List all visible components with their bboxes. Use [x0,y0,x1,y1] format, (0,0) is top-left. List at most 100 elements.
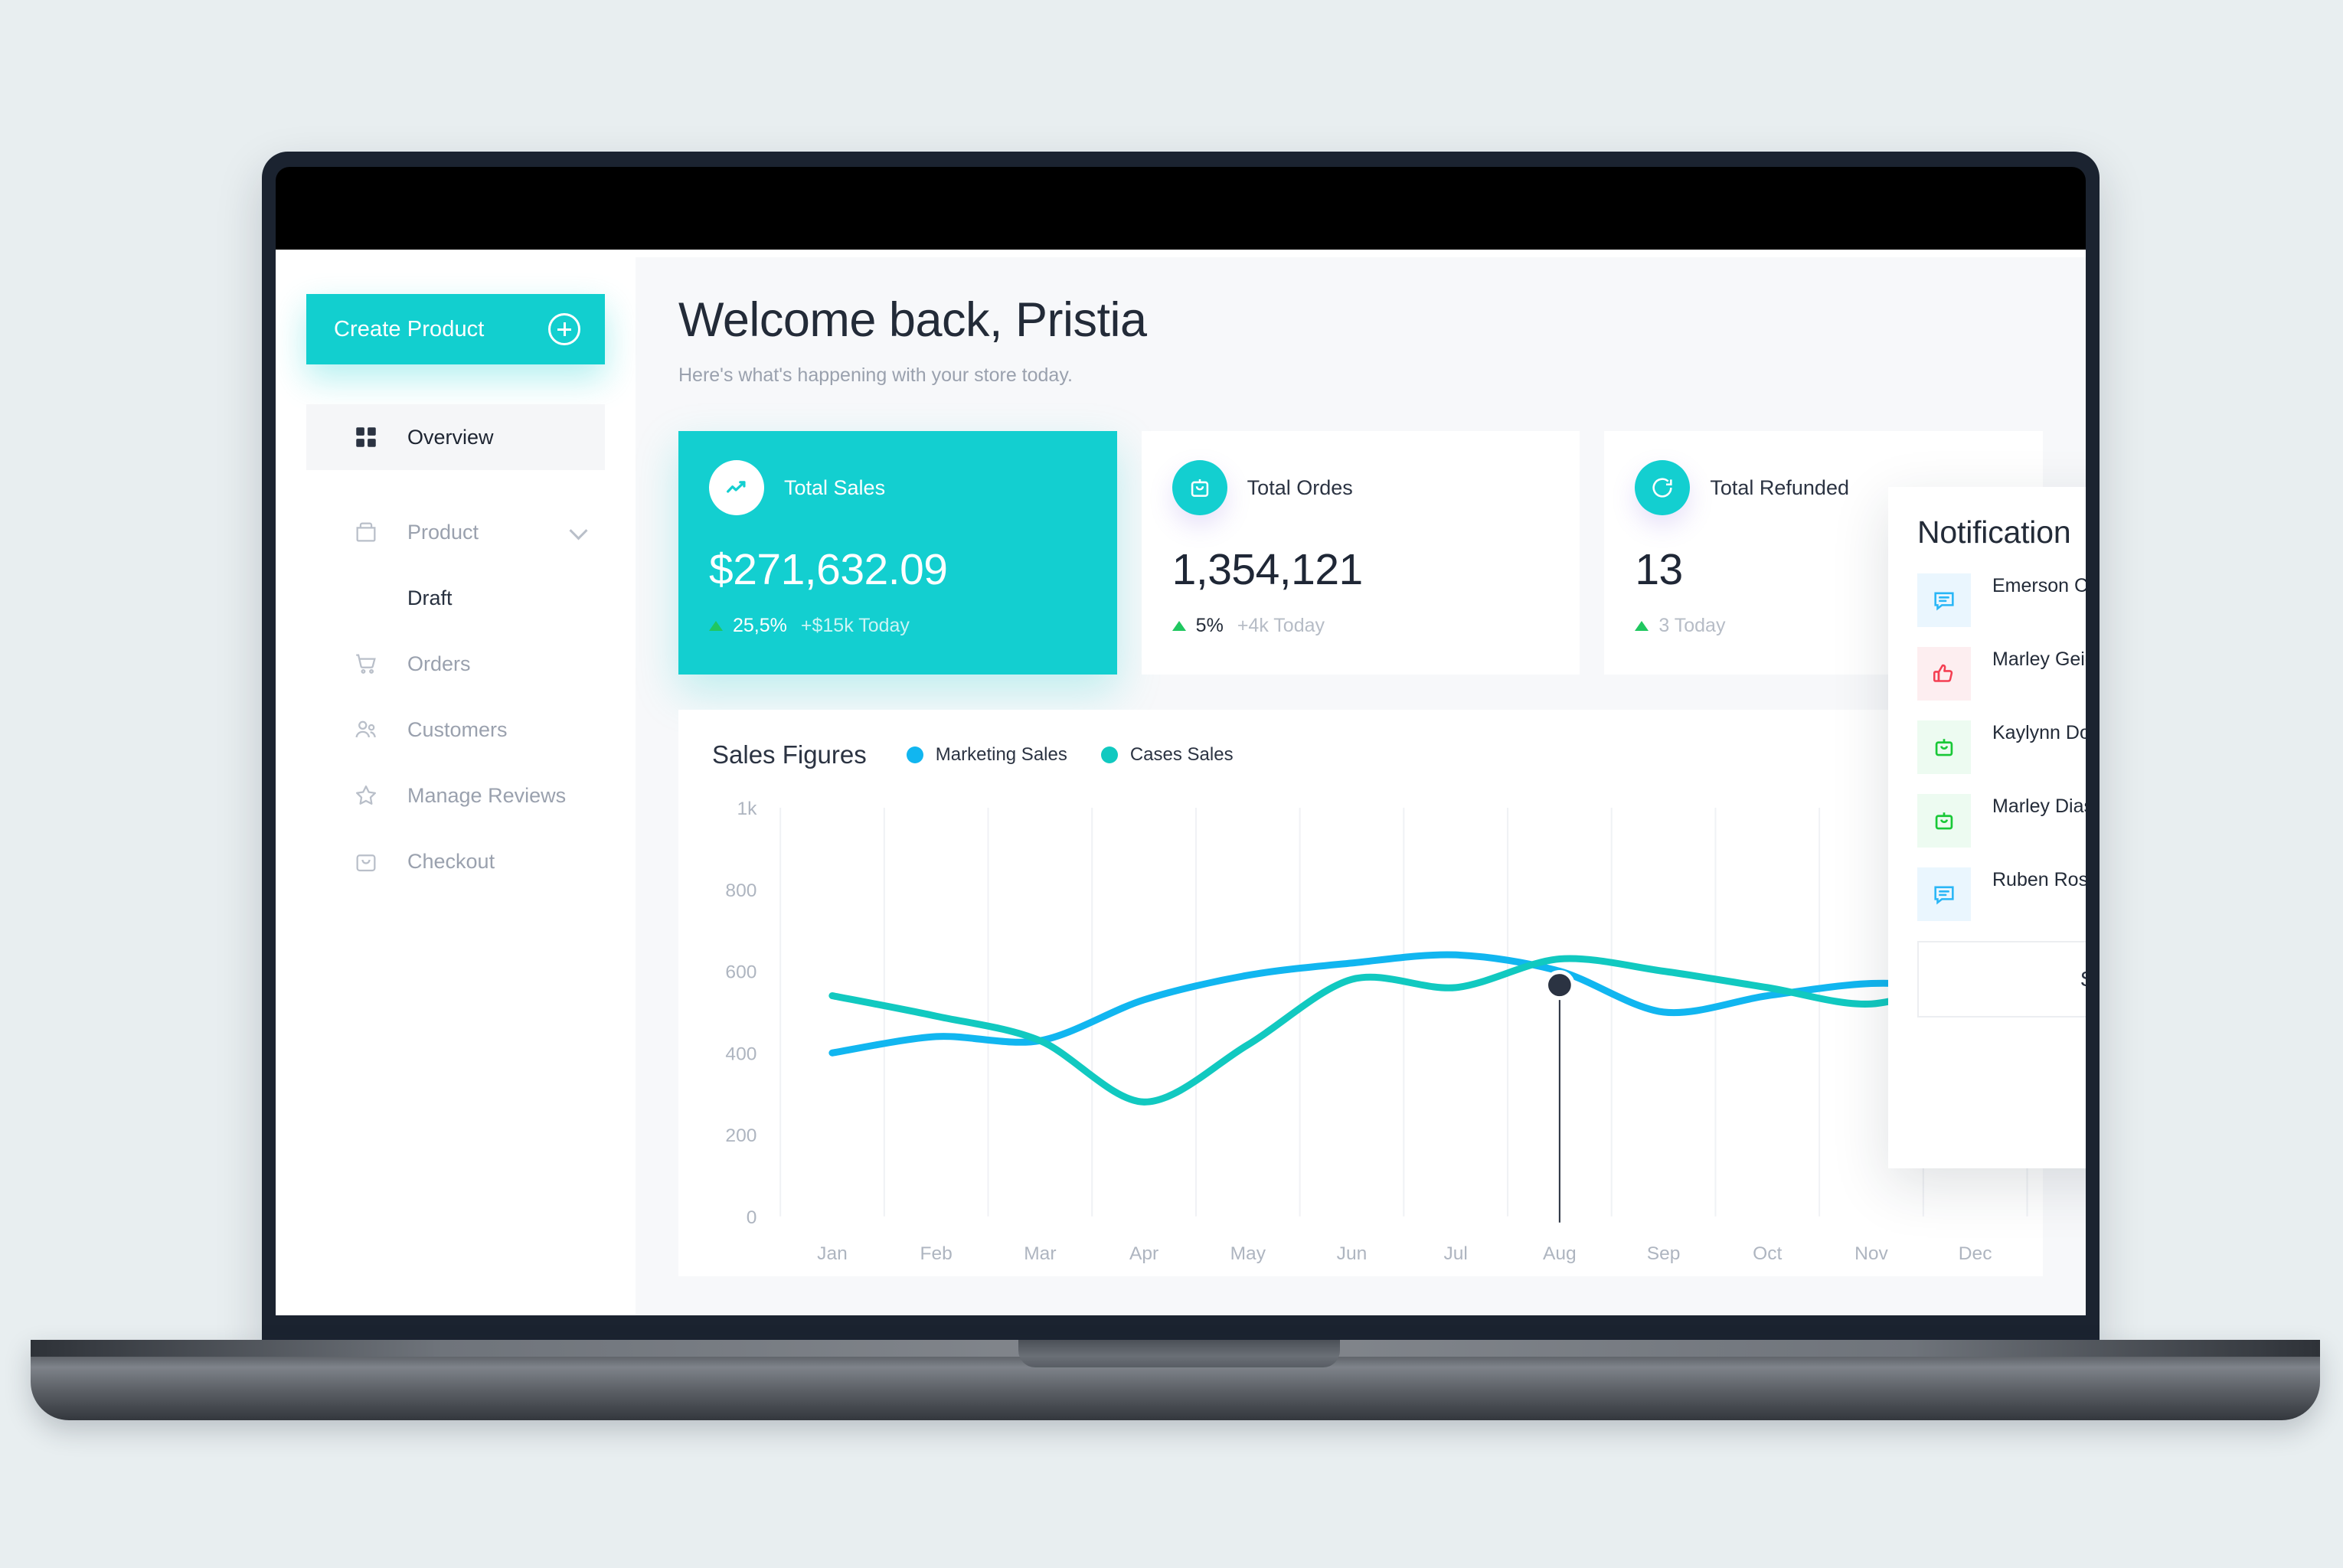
svg-text:200: 200 [725,1125,756,1146]
stat-note: 3 Today [1658,615,1726,636]
chart-gridlines [779,808,2028,1217]
svg-text:Nov: Nov [1854,1243,1889,1264]
notification-name: Kaylynn Dorwart [1992,722,2086,743]
notification-author: Marley Geidt @marley [1992,648,2086,670]
legend-swatch [906,746,923,763]
sidebar-item-label: Overview [407,425,494,449]
cart-icon [351,648,381,679]
notification-name: Marley Geidt [1992,648,2086,670]
sidebar-item-product[interactable]: Product [306,499,605,565]
sidebar-item-overview[interactable]: Overview [306,404,605,470]
svg-text:May: May [1230,1243,1266,1264]
sidebar-nav: Overview Product Draft Orders Customers … [276,404,636,894]
sidebar: Create Product Overview Product Draft Or… [276,257,636,1315]
sidebar-item-draft[interactable]: Draft [306,565,605,631]
stat-card-total-orders[interactable]: Total Ordes 1,354,121 5% +4k Today [1141,431,1580,675]
refund-icon [1635,460,1691,515]
stat-label: Total Sales [784,475,886,499]
legend-label: Cases Sales [1129,744,1234,765]
notification-body: Ruben Rosser @rosserComment on Coursea-D… [1992,867,2086,891]
legend-label: Marketing Sales [935,744,1067,765]
sidebar-item-label: Product [407,520,479,544]
stat-value: $271,632.09 [709,545,948,594]
trend-up-icon [1635,621,1649,631]
svg-text:Oct: Oct [1753,1243,1782,1264]
trending-up-icon [709,460,764,515]
notification-author: Marley Dias @dias [1992,795,2086,817]
sidebar-item-customers[interactable]: Customers [306,697,605,763]
svg-text:1k: 1k [737,800,757,819]
comment-icon [1917,573,1971,627]
sidebar-item-label: Orders [407,652,471,675]
page-subtitle: Here's what's happening with your store … [678,364,1073,386]
sidebar-item-orders[interactable]: Orders [306,631,605,697]
page-title: Welcome back, Pristia [678,293,1147,347]
box-icon [351,517,381,547]
svg-text:Sep: Sep [1647,1243,1681,1264]
svg-text:Dec: Dec [1959,1243,1992,1264]
notification-author: Ruben Rosser @rosser [1992,869,2086,890]
notification-body: Marley Dias @diasCheckout Product Course… [1992,794,2086,818]
notification-body: Kaylynn Dorwart @dorwartCheckout Product… [1992,720,2086,744]
dashboard-app: Create Product Overview Product Draft Or… [276,257,2086,1315]
shopping-bag-icon [1917,794,1971,848]
svg-text:Jun: Jun [1337,1243,1368,1264]
notification-author: Emerson Curtis @curtis [1992,575,2086,596]
create-product-label: Create Product [334,316,485,341]
chart-svg: 1k 800 600 400 200 0 Jan Feb Mar Apr May Jun Jul Aug… [725,800,2028,1264]
chart-y-axis: 1k 800 600 400 200 0 [725,800,757,1228]
stat-card-total-sales[interactable]: Total Sales $271,632.09 25,5% +$15k Toda… [678,431,1117,675]
notification-item[interactable]: Ruben Rosser @rosserComment on Coursea-D… [1917,867,2086,921]
notification-item[interactable]: Marley Geidt @marleyLikes on Coursea-Das… [1917,647,2086,701]
sales-figures-card: Sales Figures Marketing Sales Cases Sale… [678,710,2043,1276]
see-all-notification-button[interactable]: See All Notification [1917,941,2086,1018]
plus-circle-icon [548,313,580,345]
notification-list: Emerson Curtis @curtisComment on Coursea… [1917,573,2086,921]
chevron-down-icon[interactable] [569,521,588,541]
see-all-label: See All Notification [2080,967,2086,991]
notification-item[interactable]: Emerson Curtis @curtisComment on Coursea… [1917,573,2086,627]
laptop-lid: Create Product Overview Product Draft Or… [262,152,2100,1350]
create-product-button[interactable]: Create Product [306,294,605,364]
chart-title: Sales Figures [712,740,867,769]
svg-text:600: 600 [725,962,756,983]
thumbs-up-icon [1917,647,1971,701]
notification-name: Emerson Curtis [1992,575,2086,596]
chart-x-axis: Jan Feb Mar Apr May Jun Jul Aug Sep Oct Nov Dec [817,1243,1992,1264]
notification-item[interactable]: Kaylynn Dorwart @dorwartCheckout Product… [1917,720,2086,774]
svg-text:Apr: Apr [1129,1243,1158,1264]
notification-author: Kaylynn Dorwart @dorwart [1992,722,2086,743]
stat-header: Total Sales [709,460,1087,515]
svg-text:Aug: Aug [1543,1243,1577,1264]
trend-up-icon [1172,621,1186,631]
notification-body: Emerson Curtis @curtisComment on Coursea… [1992,573,2086,597]
notification-body: Marley Geidt @marleyLikes on Coursea-Das… [1992,647,2086,671]
stat-footer: 25,5% +$15k Today [709,615,1087,637]
chart-highlight-marker [1544,970,1575,1223]
legend-item-marketing-sales: Marketing Sales [906,744,1067,766]
star-icon [351,780,381,811]
bag-icon [351,846,381,877]
scene: Create Product Overview Product Draft Or… [0,0,2343,1568]
legend-swatch [1100,746,1118,763]
stat-footer: 5% +4k Today [1172,615,1550,637]
notification-item[interactable]: Marley Dias @diasCheckout Product Course… [1917,794,2086,848]
stat-value: 1,354,121 [1172,545,1364,594]
stats-row: Total Sales $271,632.09 25,5% +$15k Toda… [678,431,2044,675]
sidebar-item-manage-reviews[interactable]: Manage Reviews [306,763,605,828]
stat-label: Total Refunded [1710,475,1849,499]
sidebar-item-checkout[interactable]: Checkout [306,828,605,894]
bag-icon [1172,460,1227,515]
notification-popover: Notification Emerson Curtis @curtisComme… [1888,487,2086,1168]
legend-item-cases-sales: Cases Sales [1100,744,1234,766]
notification-title: Notification [1917,514,2071,550]
chart-header: Sales Figures Marketing Sales Cases Sale… [712,740,2009,769]
grid-icon [351,422,381,452]
svg-text:Mar: Mar [1024,1243,1056,1264]
svg-text:Jan: Jan [817,1243,848,1264]
stat-note: +4k Today [1237,615,1325,636]
sidebar-item-label: Customers [407,717,508,741]
stat-delta: 25,5% [733,615,787,636]
notification-name: Ruben Rosser [1992,869,2086,890]
